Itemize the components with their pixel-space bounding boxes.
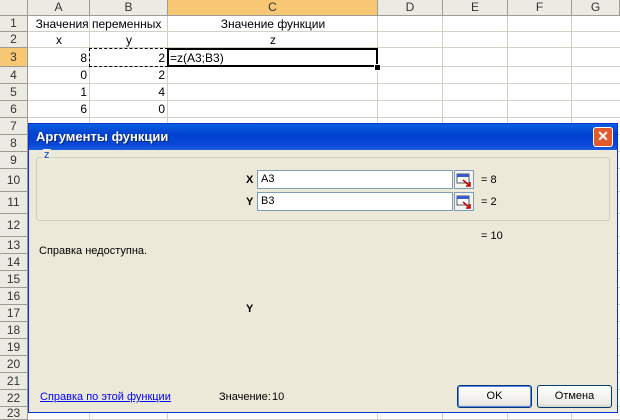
- arg-label-y: Y: [246, 196, 254, 208]
- collapse-dialog-icon: [456, 173, 471, 187]
- corner-select-all[interactable]: [0, 0, 28, 16]
- formula-result: = 10: [481, 230, 503, 242]
- cell-a6[interactable]: 6: [28, 101, 87, 117]
- row-header-8[interactable]: 8: [0, 135, 28, 152]
- row-header-3[interactable]: 3: [0, 48, 28, 67]
- cell-a1[interactable]: Значения переменных: [30, 16, 167, 32]
- arg-input-y[interactable]: B3: [257, 192, 453, 211]
- fill-handle[interactable]: [374, 64, 381, 71]
- cancel-button[interactable]: Отмена: [537, 385, 612, 408]
- column-header-a[interactable]: A: [28, 0, 90, 16]
- cell-a3[interactable]: 8: [28, 50, 87, 66]
- row-header-2[interactable]: 2: [0, 32, 28, 48]
- row-header-14[interactable]: 14: [0, 254, 28, 271]
- dialog-title: Аргументы функции: [36, 129, 169, 144]
- row-header-19[interactable]: 19: [0, 339, 28, 356]
- column-header-b[interactable]: B: [90, 0, 168, 16]
- ref-collapse-button-y[interactable]: [454, 192, 474, 211]
- row-header-9[interactable]: 9: [0, 152, 28, 169]
- value-result: 10: [272, 391, 285, 403]
- copy-marquee-b3: [89, 48, 168, 67]
- arguments-group: z: [36, 149, 610, 221]
- row-header-1[interactable]: 1: [0, 16, 28, 32]
- active-cell-c3[interactable]: [167, 48, 378, 67]
- cell-c2[interactable]: z: [168, 32, 378, 48]
- row-header-15[interactable]: 15: [0, 271, 28, 288]
- row-header-7[interactable]: 7: [0, 118, 28, 135]
- cell-b6[interactable]: 0: [90, 101, 165, 117]
- row-header-18[interactable]: 18: [0, 322, 28, 339]
- column-header-c[interactable]: C: [168, 0, 378, 16]
- row-header-22[interactable]: 22: [0, 390, 28, 407]
- arg-result-x: = 8: [481, 174, 497, 186]
- row-header-20[interactable]: 20: [0, 356, 28, 373]
- row-header-5[interactable]: 5: [0, 84, 28, 101]
- value-label: Значение:: [219, 391, 271, 403]
- ok-button[interactable]: OK: [457, 385, 532, 408]
- cell-a2[interactable]: x: [28, 32, 90, 48]
- arg-input-x[interactable]: A3: [257, 170, 453, 189]
- close-icon: ✕: [597, 128, 609, 144]
- row-header-12[interactable]: 12: [0, 214, 28, 237]
- column-header-f[interactable]: F: [508, 0, 572, 16]
- cell-b5[interactable]: 4: [90, 84, 165, 100]
- help-unavailable-text: Справка недоступна.: [39, 245, 148, 257]
- row-header-17[interactable]: 17: [0, 305, 28, 322]
- cell-c1[interactable]: Значение функции: [168, 16, 378, 32]
- cell-b4[interactable]: 2: [90, 67, 165, 83]
- column-header-g[interactable]: G: [572, 0, 620, 16]
- arg-result-y: = 2: [481, 196, 497, 208]
- close-button[interactable]: ✕: [593, 127, 613, 147]
- cell-a4[interactable]: 0: [28, 67, 87, 83]
- row-header-6[interactable]: 6: [0, 101, 28, 118]
- column-header-d[interactable]: D: [378, 0, 443, 16]
- row-header-21[interactable]: 21: [0, 373, 28, 390]
- group-label: z: [43, 149, 51, 161]
- ref-collapse-button-x[interactable]: [454, 170, 474, 189]
- row-header-11[interactable]: 11: [0, 192, 28, 214]
- dialog-title-bar[interactable]: Аргументы функции ✕: [29, 124, 617, 150]
- arg-description-label: Y: [246, 303, 254, 315]
- row-header-16[interactable]: 16: [0, 288, 28, 305]
- cell-a5[interactable]: 1: [28, 84, 87, 100]
- row-header-13[interactable]: 13: [0, 237, 28, 254]
- cell-b2[interactable]: y: [90, 32, 168, 48]
- row-header-4[interactable]: 4: [0, 67, 28, 84]
- arg-label-x: X: [246, 174, 254, 186]
- row-header-10[interactable]: 10: [0, 169, 28, 192]
- collapse-dialog-icon: [456, 195, 471, 209]
- row-header-23[interactable]: 23: [0, 407, 28, 420]
- function-arguments-dialog: Аргументы функции ✕ z X A3 = 8 Y B3 = 2 …: [28, 123, 618, 413]
- column-header-e[interactable]: E: [443, 0, 508, 16]
- help-on-function-link[interactable]: Справка по этой функции: [40, 391, 171, 403]
